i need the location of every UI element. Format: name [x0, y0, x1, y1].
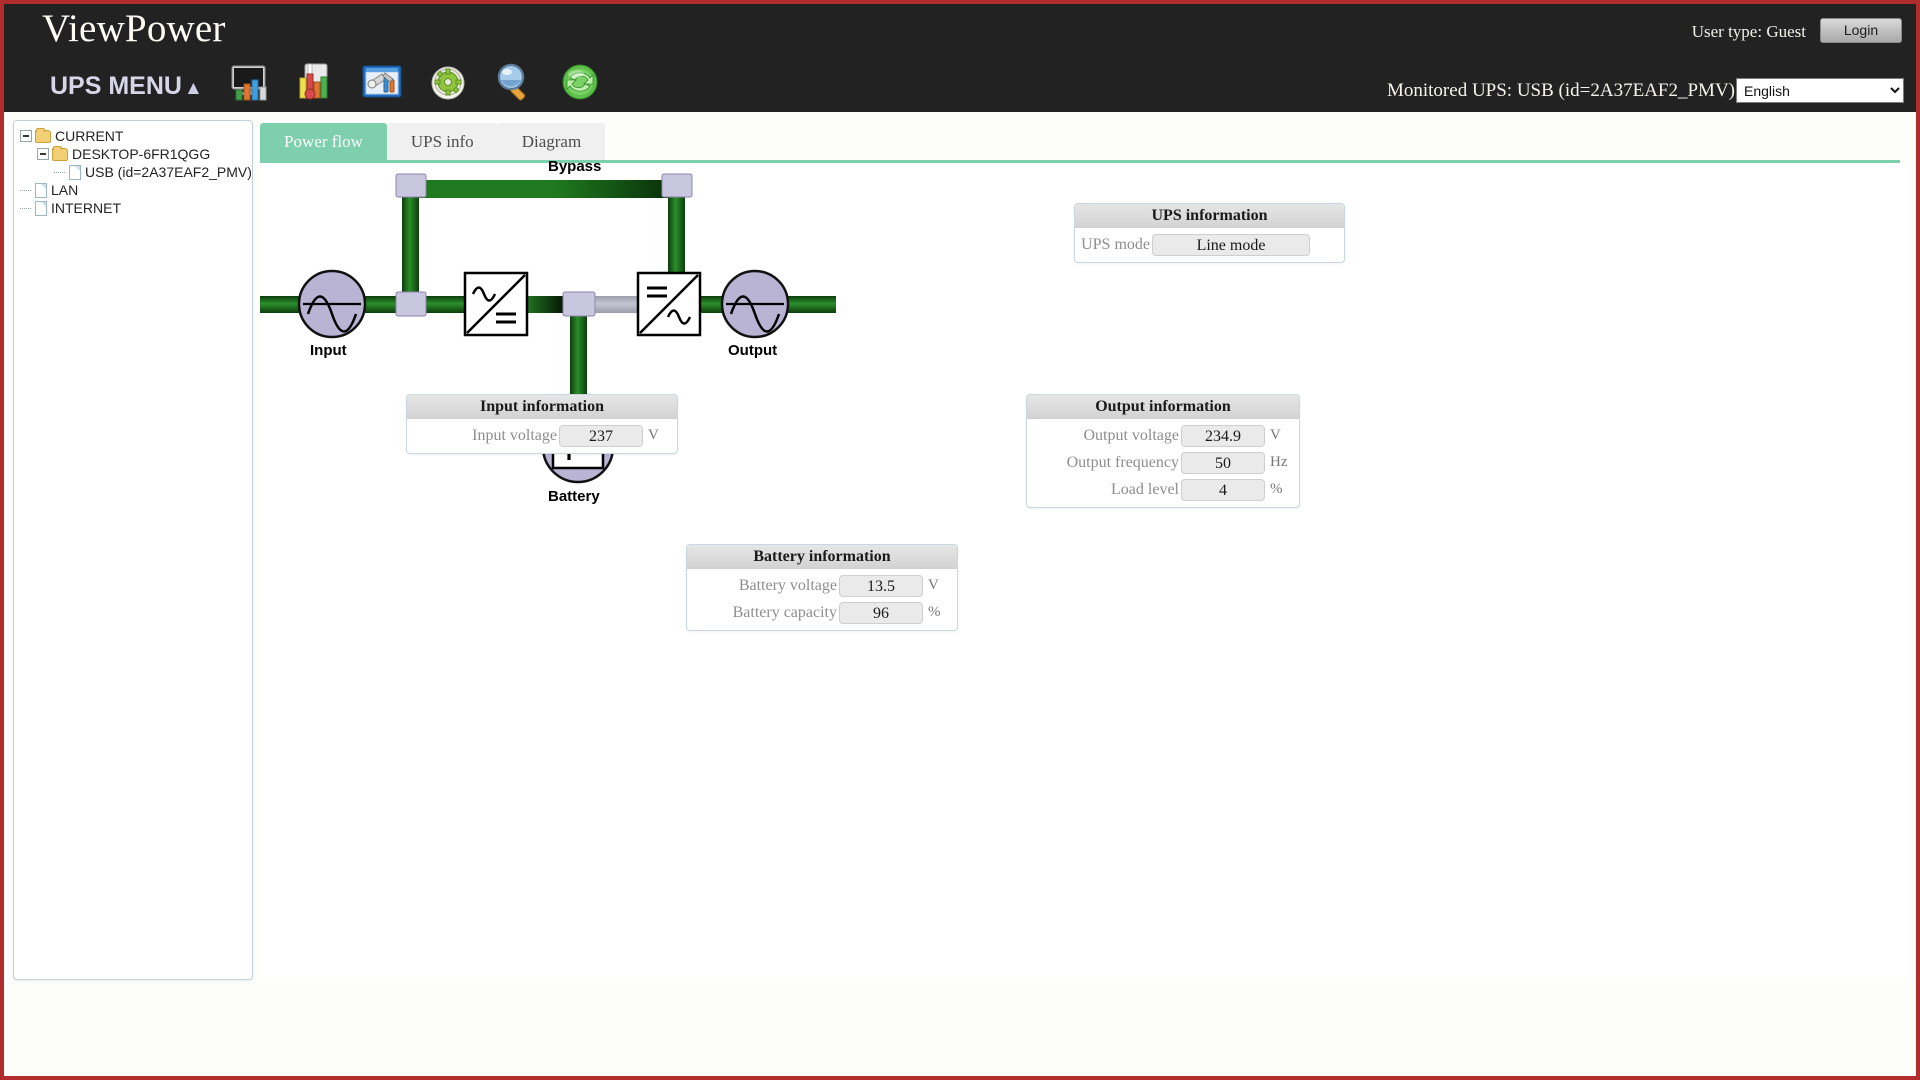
- tree-node[interactable]: CURRENT: [20, 127, 252, 145]
- connector-bypass-left: [395, 173, 427, 198]
- panel-row-label: Output frequency: [1066, 453, 1179, 471]
- output-label: Output: [728, 342, 778, 359]
- file-icon: [35, 200, 47, 216]
- connector-input-tap: [395, 291, 427, 317]
- panel-row: UPS mode Line mode: [1075, 231, 1344, 258]
- panel-row-value: 96: [839, 601, 923, 624]
- output-panel-body: Output voltage 234.9 V Output frequency 50 Hz…: [1027, 419, 1299, 507]
- panel-row-unit: V: [648, 427, 659, 443]
- tree-node[interactable]: INTERNET: [20, 199, 252, 217]
- file-icon: [69, 164, 81, 180]
- panel-row-label: Input voltage: [472, 426, 557, 444]
- panel-row-label: Output voltage: [1083, 426, 1179, 444]
- tree-node-label: INTERNET: [51, 200, 121, 216]
- battery-information-panel: Battery information Battery voltage 13.5 V B…: [686, 544, 958, 631]
- panel-row: Input voltage 237 V: [407, 422, 677, 449]
- tree-node[interactable]: LAN: [20, 181, 252, 199]
- panel-row-label: Battery voltage: [738, 576, 837, 594]
- magnifier-icon[interactable]: [492, 60, 536, 104]
- device-tree: CURRENT DESKTOP-6FR1QGG USB (id=2A37EAF2_P…: [14, 121, 252, 217]
- panel-row: Output voltage 234.9 V: [1027, 422, 1299, 449]
- report-chart-icon[interactable]: [294, 60, 338, 104]
- panel-row-value: 234.9: [1181, 424, 1265, 447]
- app-header: ViewPower UPS MENU ▲ User type: Guest Lo…: [4, 4, 1916, 112]
- panel-row-value: Line mode: [1152, 233, 1310, 256]
- ups-panel-title: UPS information: [1075, 204, 1344, 228]
- tree-node-label: DESKTOP-6FR1QGG: [72, 146, 211, 162]
- panel-row-label: UPS mode: [1081, 235, 1150, 253]
- gear-icon[interactable]: [426, 60, 470, 104]
- ups-menu-button[interactable]: UPS MENU ▲: [50, 72, 203, 101]
- panel-row-value: 50: [1181, 451, 1265, 474]
- login-button[interactable]: Login: [1820, 18, 1902, 43]
- battery-panel-body: Battery voltage 13.5 V Battery capacity 96%: [687, 569, 957, 630]
- input-label: Input: [310, 342, 347, 359]
- app-window: ViewPower UPS MENU ▲ User type: Guest Lo…: [0, 0, 1920, 1080]
- panel-row-unit: V: [928, 577, 939, 593]
- tree-connector-line: [54, 171, 65, 173]
- connector-dc-bus: [562, 291, 596, 317]
- ups-menu-label: UPS MENU: [50, 72, 182, 100]
- inverter-box: [636, 271, 702, 337]
- output-node: [720, 269, 790, 339]
- panel-row-value: 13.5: [839, 574, 923, 597]
- bypass-label: Bypass: [548, 158, 602, 175]
- panel-row: Battery voltage 13.5 V: [687, 572, 957, 599]
- header-toolbar: [228, 60, 602, 104]
- tree-collapse-toggle[interactable]: [37, 148, 49, 160]
- tab-underline: [260, 160, 1900, 163]
- tree-node-label: CURRENT: [55, 128, 124, 144]
- tree-node-label: USB (id=2A37EAF2_PMV): [85, 164, 252, 180]
- panel-row-unit: Hz: [1270, 454, 1288, 470]
- folder-icon: [52, 145, 68, 161]
- rectifier-box: [463, 271, 529, 337]
- language-select[interactable]: English: [1736, 78, 1904, 103]
- power-flow-content: Bypass Input Output Battery UPS informat…: [260, 158, 1908, 978]
- settings-window-icon[interactable]: [360, 60, 404, 104]
- ups-information-panel: UPS information UPS mode Line mode: [1074, 203, 1345, 263]
- refresh-icon[interactable]: [558, 60, 602, 104]
- panel-row: Output frequency 50 Hz: [1027, 449, 1299, 476]
- output-information-panel: Output information Output voltage 234.9 V Ou…: [1026, 394, 1300, 508]
- panel-row-label: Load level: [1111, 480, 1179, 498]
- panel-row-label: Battery capacity: [732, 603, 837, 621]
- output-panel-title: Output information: [1027, 395, 1299, 419]
- folder-icon: [35, 127, 51, 143]
- panel-row-value: 237: [559, 424, 643, 447]
- connector-bypass-right: [661, 173, 693, 198]
- ups-panel-body: UPS mode Line mode: [1075, 228, 1344, 262]
- tree-connector-line: [20, 207, 31, 209]
- tab-ups-info[interactable]: UPS info: [386, 123, 498, 160]
- device-tree-panel: CURRENT DESKTOP-6FR1QGG USB (id=2A37EAF2_P…: [13, 120, 253, 980]
- panel-row-value: 4: [1181, 478, 1265, 501]
- panel-row-unit: V: [1270, 427, 1281, 443]
- panel-row-unit: %: [1270, 481, 1283, 497]
- monitored-ups-label: Monitored UPS: USB (id=2A37EAF2_PMV): [1386, 80, 1735, 101]
- tab-bar: Power flow UPS info Diagram: [260, 123, 1900, 160]
- battery-panel-title: Battery information: [687, 545, 957, 569]
- tree-connector-line: [20, 189, 31, 191]
- panel-row-unit: %: [928, 604, 941, 620]
- tree-node-label: LAN: [51, 182, 79, 198]
- input-panel-title: Input information: [407, 395, 677, 419]
- input-information-panel: Input information Input voltage 237 V: [406, 394, 678, 454]
- tree-collapse-toggle[interactable]: [20, 130, 32, 142]
- user-type-label: User type: Guest: [1691, 22, 1806, 41]
- app-brand-title: ViewPower: [42, 7, 226, 50]
- tree-node[interactable]: DESKTOP-6FR1QGG: [20, 145, 252, 163]
- monitor-chart-icon[interactable]: [228, 60, 272, 104]
- tab-power-flow[interactable]: Power flow: [260, 123, 387, 160]
- panel-row: Load level 4%: [1027, 476, 1299, 503]
- panel-row: Battery capacity 96%: [687, 599, 957, 626]
- battery-label: Battery: [548, 488, 600, 505]
- input-node: [297, 269, 367, 339]
- input-panel-body: Input voltage 237 V: [407, 419, 677, 453]
- file-icon: [35, 182, 47, 198]
- tab-diagram[interactable]: Diagram: [497, 123, 606, 160]
- menu-caret-up-icon: ▲: [183, 78, 203, 99]
- tree-node[interactable]: USB (id=2A37EAF2_PMV): [20, 163, 252, 181]
